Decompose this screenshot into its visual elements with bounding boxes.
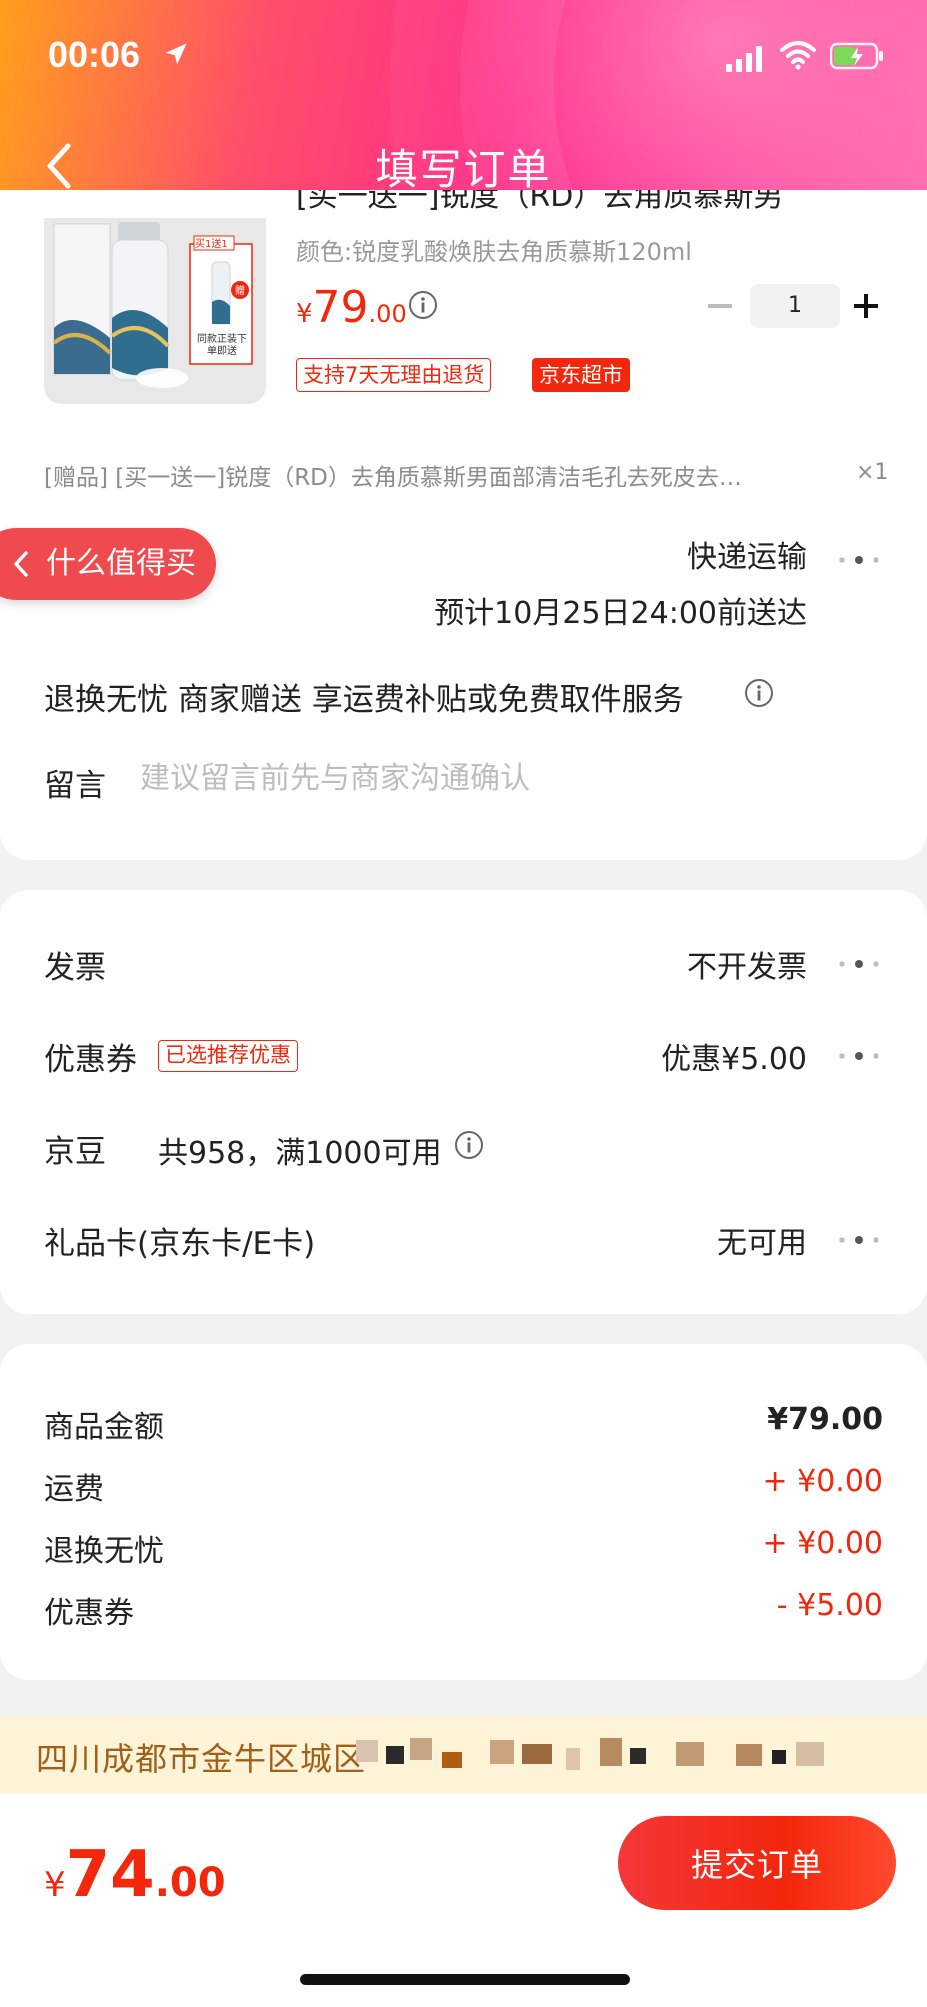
- image-badge-gift: 赠: [235, 286, 245, 297]
- shipping-method[interactable]: 快递运输: [687, 532, 807, 576]
- signal-icon: [726, 46, 762, 72]
- status-time: 00:06: [48, 34, 141, 75]
- giftcard-more-icon[interactable]: [836, 1234, 882, 1246]
- note-label: 留言: [44, 768, 106, 804]
- page-title: 填写订单: [375, 145, 552, 194]
- summary-value: - ¥5.00: [776, 1588, 883, 1623]
- coupon-more-icon[interactable]: [836, 1050, 882, 1062]
- shipping-eta: 预计10月25日24:00前送达: [434, 596, 807, 631]
- gift-count: ×1: [856, 460, 889, 485]
- beans-info-icon[interactable]: [454, 1130, 484, 1160]
- product-price: ¥79.00: [296, 282, 407, 333]
- coupon-tag: 已选推荐优惠: [158, 1040, 298, 1072]
- return-policy-tag: 支持7天无理由退货: [296, 358, 492, 392]
- quantity-value[interactable]: 1: [750, 284, 840, 328]
- beans-info: 共958，满1000可用: [158, 1136, 442, 1171]
- address-text: 四川成都市金牛区城区: [36, 1740, 367, 1778]
- summary-label: 优惠券: [44, 1596, 134, 1631]
- beans-label: 京豆: [44, 1134, 106, 1170]
- product-image[interactable]: 买1送1 赠 同款正装下单即送: [44, 218, 266, 404]
- price-summary-card: 商品金额 ¥79.00 运费 + ¥0.00 退换无忧 + ¥0.00 优惠券 …: [0, 1344, 927, 1680]
- summary-value: + ¥0.00: [762, 1526, 883, 1561]
- address-bar[interactable]: 四川成都市金牛区城区: [0, 1716, 927, 1794]
- image-badge-buy-one-get-one: 买1送1: [195, 239, 228, 250]
- quantity-increase-button[interactable]: [854, 294, 878, 318]
- location-arrow-icon: [165, 43, 187, 65]
- product-card: 买1送1 赠 同款正装下单即送 [买一送一]锐度（RD）去角质慕斯男 颜色:锐度…: [0, 190, 927, 860]
- smzdm-label: 什么值得买: [46, 546, 196, 581]
- service-info-icon[interactable]: [744, 678, 774, 708]
- summary-value: ¥79.00: [767, 1402, 883, 1437]
- payment-options-card: 发票 不开发票 优惠券 已选推荐优惠 优惠¥5.00 京豆 共958，满1000…: [0, 890, 927, 1314]
- service-info: 退换无忧 商家赠送 享运费补贴或免费取件服务: [44, 682, 684, 718]
- price-info-icon[interactable]: [408, 290, 438, 320]
- wifi-icon: [780, 41, 816, 70]
- image-caption: 同款正装下单即送: [197, 334, 247, 357]
- invoice-label: 发票: [44, 950, 106, 986]
- product-illustration: [44, 218, 266, 404]
- product-spec: 颜色:锐度乳酸焕肤去角质慕斯120ml: [296, 238, 692, 266]
- status-bar: 00:06: [0, 0, 927, 110]
- summary-label: 退换无忧: [44, 1534, 164, 1569]
- total-price: ¥74.00: [44, 1838, 226, 1912]
- summary-label: 运费: [44, 1472, 104, 1507]
- home-indicator: [300, 1974, 630, 1985]
- coupon-label: 优惠券: [44, 1042, 137, 1078]
- gift-item[interactable]: [赠品] [买一送一]锐度（RD）去角质慕斯男面部清洁毛孔去死皮去…: [44, 458, 824, 492]
- note-input[interactable]: [140, 756, 760, 800]
- battery-charging-icon: [830, 42, 883, 70]
- jd-supermarket-tag: 京东超市: [532, 358, 630, 392]
- submit-order-button[interactable]: 提交订单: [618, 1816, 896, 1910]
- invoice-value[interactable]: 不开发票: [687, 942, 807, 986]
- coupon-value[interactable]: 优惠¥5.00: [661, 1034, 807, 1078]
- shipping-more-icon[interactable]: [836, 554, 882, 566]
- address-redaction: [356, 1732, 856, 1778]
- nav-bar: 填写订单: [0, 120, 927, 210]
- giftcard-value[interactable]: 无可用: [717, 1218, 807, 1262]
- summary-value: + ¥0.00: [762, 1464, 883, 1499]
- header: 00:06 填写订单: [0, 0, 927, 218]
- invoice-more-icon[interactable]: [836, 958, 882, 970]
- smzdm-return-pill[interactable]: 什么值得买: [0, 528, 216, 600]
- chevron-left-icon: [14, 551, 28, 577]
- giftcard-label: 礼品卡(京东卡/E卡): [44, 1226, 316, 1262]
- quantity-decrease-button[interactable]: [708, 304, 732, 308]
- summary-label: 商品金额: [44, 1410, 164, 1445]
